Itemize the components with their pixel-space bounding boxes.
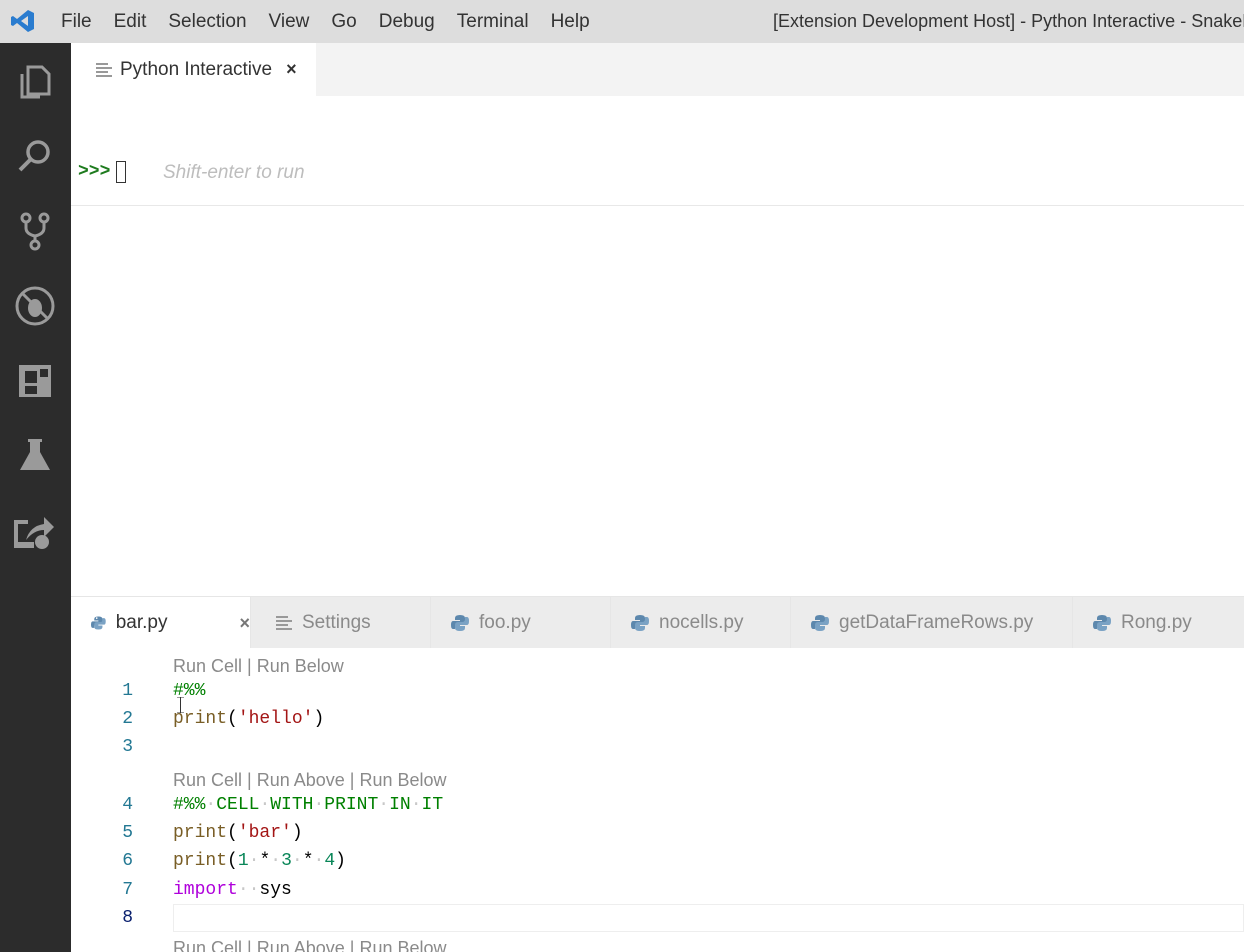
line-number: 7 — [122, 880, 133, 900]
window-title: [Extension Development Host] - Python In… — [773, 11, 1244, 31]
run-input-placeholder[interactable]: Shift-enter to run — [163, 162, 305, 184]
line-number: 5 — [122, 823, 133, 843]
code-line-7[interactable]: import··sys — [173, 880, 292, 900]
bottom-tab-bar: bar.py × Settings foo.py nocells.py getD… — [71, 596, 1244, 649]
tab-getdataframerows-py[interactable]: getDataFrameRows.py — [791, 597, 1073, 649]
tab-label: bar.py — [115, 612, 168, 633]
line-number: 4 — [122, 795, 133, 815]
live-share-icon[interactable] — [12, 508, 58, 554]
tab-label: nocells.py — [659, 612, 744, 633]
input-cursor[interactable] — [116, 161, 126, 183]
menu-help[interactable]: Help — [540, 0, 601, 43]
menu-file[interactable]: File — [50, 0, 103, 43]
tab-python-interactive[interactable]: Python Interactive × — [71, 43, 316, 96]
line-number: 1 — [122, 681, 133, 701]
line-number: 8 — [122, 908, 133, 928]
extensions-icon[interactable] — [12, 358, 58, 404]
text-cursor-icon — [177, 697, 184, 713]
menu-edit[interactable]: Edit — [103, 0, 158, 43]
close-icon[interactable]: × — [286, 59, 297, 80]
code-editor[interactable]: Run Cell | Run Below 1 #%% 2 print('hell… — [71, 648, 1244, 952]
codelens-run-cell[interactable]: Run Cell | Run Above | Run Below — [173, 938, 447, 952]
tab-label: Settings — [302, 612, 371, 633]
title-bar: File Edit Selection View Go Debug Termin… — [0, 0, 1244, 43]
code-line-2[interactable]: print('hello') — [173, 709, 324, 729]
tab-label: Python Interactive — [120, 58, 273, 80]
tab-label: Rong.py — [1121, 612, 1192, 633]
test-flask-icon[interactable] — [12, 433, 58, 479]
interactive-input-row: >>> Shift-enter to run — [71, 154, 1244, 206]
python-interactive-panel: >>> Shift-enter to run — [71, 96, 1244, 596]
tab-label: foo.py — [479, 612, 531, 633]
code-line-4[interactable]: #%%·CELL·WITH·PRINT·IN·IT — [173, 795, 443, 815]
python-icon — [451, 615, 469, 631]
menu-selection[interactable]: Selection — [157, 0, 257, 43]
current-line-highlight — [173, 904, 1244, 932]
line-number: 6 — [122, 851, 133, 871]
top-tab-bar: Python Interactive × — [71, 43, 1244, 96]
debug-icon[interactable] — [12, 283, 58, 329]
python-icon — [91, 616, 106, 630]
source-control-icon[interactable] — [12, 208, 58, 254]
line-number: 2 — [122, 709, 133, 729]
activity-bar — [0, 43, 71, 952]
codelens-run-cell[interactable]: Run Cell | Run Above | Run Below — [173, 770, 447, 791]
python-icon — [811, 615, 829, 631]
vscode-logo-icon[interactable] — [10, 8, 36, 34]
tab-label: getDataFrameRows.py — [839, 612, 1034, 633]
menu-terminal[interactable]: Terminal — [446, 0, 540, 43]
menu-go[interactable]: Go — [320, 0, 367, 43]
line-number: 3 — [122, 737, 133, 757]
tab-bar-py[interactable]: bar.py × — [71, 597, 251, 649]
menu-debug[interactable]: Debug — [368, 0, 446, 43]
search-icon[interactable] — [12, 133, 58, 179]
explorer-icon[interactable] — [12, 59, 58, 105]
lines-icon — [96, 62, 112, 77]
code-line-5[interactable]: print('bar') — [173, 823, 303, 843]
python-icon — [1093, 615, 1111, 631]
tab-rong-py[interactable]: Rong.py — [1073, 597, 1244, 649]
python-icon — [631, 615, 649, 631]
code-line-6[interactable]: print(1·*·3·*·4) — [173, 851, 346, 871]
menu-view[interactable]: View — [258, 0, 321, 43]
prompt: >>> — [78, 162, 111, 182]
close-icon[interactable]: × — [239, 613, 250, 634]
settings-lines-icon — [276, 616, 292, 630]
menu-bar: File Edit Selection View Go Debug Termin… — [50, 0, 601, 43]
codelens-run-cell[interactable]: Run Cell | Run Below — [173, 656, 344, 677]
tab-foo-py[interactable]: foo.py — [431, 597, 611, 649]
tab-nocells-py[interactable]: nocells.py — [611, 597, 791, 649]
tab-settings[interactable]: Settings — [251, 597, 431, 649]
